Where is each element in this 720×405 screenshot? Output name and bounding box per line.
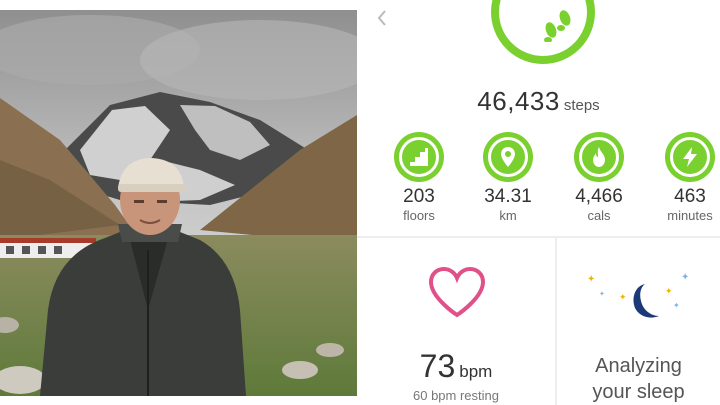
stat-active-minutes-unit: minutes [667, 208, 713, 223]
steps-unit: steps [563, 97, 600, 114]
steps-value: 46,433 [477, 86, 560, 116]
resting-heart-rate: 60 bpm resting [413, 388, 499, 403]
location-pin-icon [501, 147, 515, 167]
sleep-status-line2: your sleep [592, 381, 685, 403]
steps-summary[interactable]: 46,433 steps [357, 86, 720, 117]
stat-calories-unit: cals [587, 208, 611, 223]
stat-distance-badge [483, 132, 533, 182]
stat-distance[interactable]: 34.31 km [469, 132, 547, 223]
heart-rate-unit: bpm [459, 362, 493, 381]
stat-floors-value: 203 [403, 186, 435, 207]
svg-text:✦: ✦ [681, 272, 689, 283]
stat-floors-unit: floors [403, 208, 435, 223]
stat-distance-unit: km [499, 208, 517, 223]
stat-calories-value: 4,466 [575, 186, 623, 207]
svg-text:✦: ✦ [599, 290, 605, 298]
shoe-prints-icon [544, 10, 571, 42]
stat-calories-badge [574, 132, 624, 182]
sleep-status-line1: Analyzing [595, 355, 682, 377]
heart-rate-value: 73 [419, 348, 456, 384]
section-divider [357, 236, 720, 238]
moon-stars-icon[interactable]: ✦ ✦ ✦ ✦ ✦ ✦ [577, 270, 697, 330]
heart-rate-summary[interactable]: 73 bpm [357, 348, 555, 385]
stairs-icon [410, 148, 428, 166]
fitness-dashboard: 46,433 steps 203 floors 34.31 km 4,466 ca… [357, 0, 720, 405]
stat-floors[interactable]: 203 floors [380, 132, 458, 223]
svg-text:✦: ✦ [587, 274, 595, 285]
back-chevron-icon[interactable] [375, 8, 389, 28]
heart-icon[interactable] [427, 265, 487, 319]
stat-active-minutes[interactable]: 463 minutes [651, 132, 720, 223]
lightning-icon [683, 147, 697, 167]
svg-text:✦: ✦ [619, 293, 627, 303]
svg-text:✦: ✦ [673, 301, 680, 310]
profile-photo [0, 10, 357, 396]
flame-icon [593, 147, 605, 167]
stat-floors-badge [394, 132, 444, 182]
sleep-status[interactable]: Analyzing your sleep [557, 353, 720, 405]
stat-calories[interactable]: 4,466 cals [560, 132, 638, 223]
stat-active-minutes-badge [665, 132, 715, 182]
stat-active-minutes-value: 463 [674, 186, 706, 207]
stat-distance-value: 34.31 [484, 186, 532, 207]
svg-text:✦: ✦ [665, 287, 673, 297]
